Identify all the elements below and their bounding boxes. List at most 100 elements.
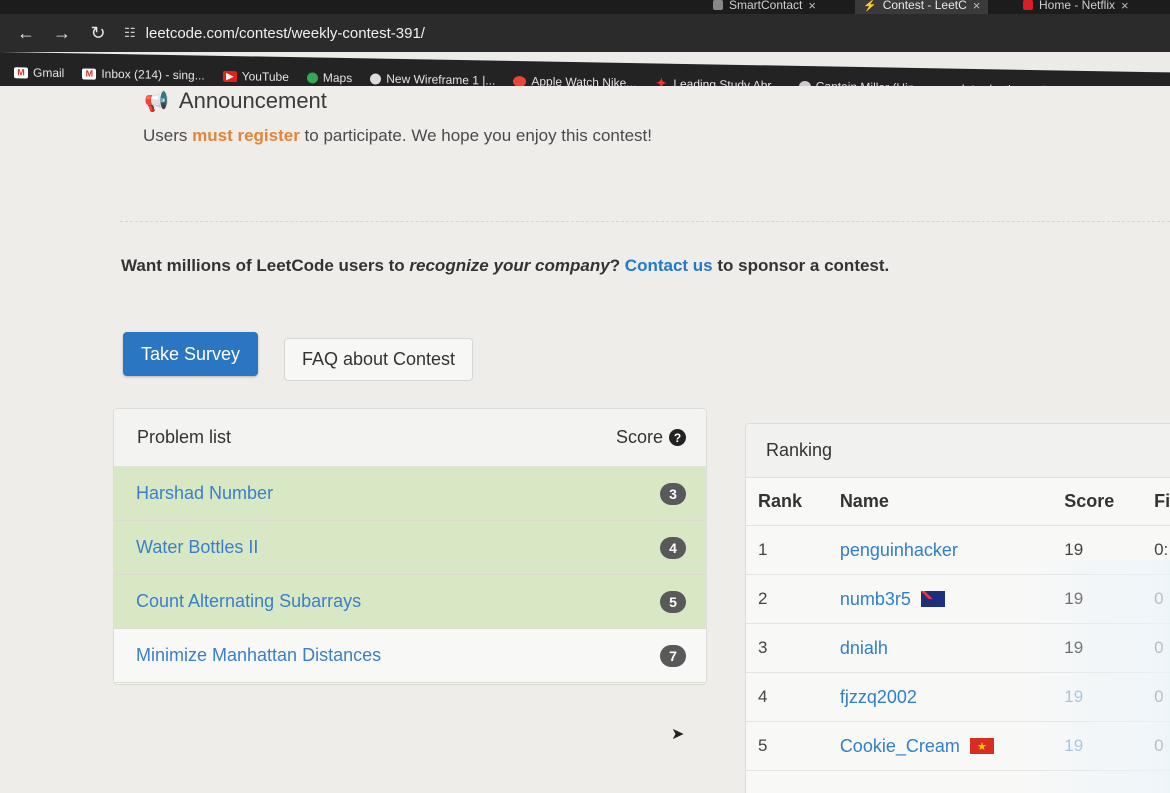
score-cell: 19 <box>1064 687 1084 706</box>
name-cell: penguinhacker <box>840 540 1064 561</box>
finish-cell: 0: <box>1154 540 1169 559</box>
score-badge: 7 <box>660 644 686 667</box>
browser-toolbar: ← → ↻ ☷ leetcode.com/contest/weekly-cont… <box>0 14 1170 52</box>
gmail-icon: M <box>82 67 97 80</box>
announcement-text: Users must register to participate. We h… <box>143 126 652 146</box>
sponsor-text: Want millions of LeetCode users to <box>121 256 410 275</box>
close-icon[interactable]: × <box>808 0 816 13</box>
score-label: Score <box>615 427 663 447</box>
tab-title: SmartContact <box>729 0 803 12</box>
announcement-title: Announcement <box>178 88 327 113</box>
mouse-pointer-icon: ➤ <box>671 726 685 743</box>
problem-link[interactable]: Minimize Manhattan Distances <box>136 645 381 666</box>
globe-icon <box>370 72 382 85</box>
faq-contest-button[interactable]: FAQ about Contest <box>284 338 473 381</box>
divider <box>120 221 1170 222</box>
announcement-heading: 📢 Announcement <box>144 88 327 114</box>
close-icon[interactable]: × <box>973 0 981 13</box>
tab-netflix[interactable]: Home - Netflix × <box>1015 0 1137 14</box>
user-link[interactable]: dnialh <box>840 638 888 659</box>
smartcontact-favicon-icon <box>713 0 723 10</box>
tab-title: Home - Netflix <box>1039 0 1116 12</box>
site-settings-icon[interactable]: ☷ <box>124 25 136 41</box>
youtube-icon: ▶ <box>222 70 237 82</box>
question-mark-icon[interactable]: ? <box>669 429 686 446</box>
vietnam-flag-icon: ★ <box>969 738 994 754</box>
ranking-panel: Ranking Rank Name Score Fi 1 penguinhack… <box>745 423 1170 793</box>
problem-list-title: Problem list <box>137 427 232 447</box>
name-cell: Cookie_Cream ★ <box>840 736 1064 757</box>
bookmark-label: Maps <box>322 70 353 86</box>
gmail-icon: M <box>14 66 28 78</box>
must-register-highlight: must register <box>192 126 300 145</box>
ranking-column-headers: Rank Name Score Fi <box>746 478 1170 526</box>
rank-cell: 4 <box>758 687 768 706</box>
finish-cell: 0 <box>1154 638 1164 657</box>
announcement-text-start: Users <box>143 126 193 145</box>
ranking-header: Ranking <box>746 424 1170 478</box>
problem-row[interactable]: Water Bottles II 4 <box>114 521 706 575</box>
close-icon[interactable]: × <box>1121 0 1129 13</box>
rank-cell: 2 <box>758 589 768 608</box>
sponsor-message: Want millions of LeetCode users to recog… <box>121 256 889 276</box>
sponsor-emphasis: recognize your company <box>409 256 610 275</box>
reload-icon[interactable]: ↻ <box>80 23 116 44</box>
ranking-row: 1 penguinhacker 19 0: <box>746 526 1170 575</box>
sponsor-text: to sponsor a contest. <box>712 256 890 275</box>
bookmark-label: Gmail <box>33 65 65 81</box>
problem-row[interactable]: Minimize Manhattan Distances 7 <box>114 629 706 683</box>
ranking-title: Ranking <box>766 440 833 460</box>
announcement-text-end: to participate. We hope you enjoy this c… <box>299 126 652 145</box>
apple-watch-icon <box>513 75 527 87</box>
ranking-row: 2 numb3r5 19 0 <box>746 575 1170 624</box>
score-badge: 5 <box>660 590 686 613</box>
sponsor-text: ? <box>609 256 625 275</box>
score-badge: 4 <box>660 536 686 559</box>
problem-link[interactable]: Count Alternating Subarrays <box>136 591 361 612</box>
problem-row[interactable]: Count Alternating Subarrays 5 <box>114 575 706 629</box>
score-badge: 3 <box>660 482 686 505</box>
tab-contest[interactable]: ⚡ Contest - LeetC × <box>855 0 989 14</box>
problem-link[interactable]: Water Bottles II <box>136 537 258 558</box>
tab-smartcontact[interactable]: SmartContact × <box>705 0 824 14</box>
score-cell: 19 <box>1064 736 1084 755</box>
user-link[interactable]: fjzzq2002 <box>840 687 917 708</box>
problem-row[interactable]: Harshad Number 3 <box>114 467 706 521</box>
user-link[interactable]: Cookie_Cream <box>840 736 960 757</box>
name-cell: dnialh <box>840 638 1064 659</box>
user-link[interactable]: numb3r5 <box>840 589 911 610</box>
score-header: Score ? <box>616 427 686 448</box>
contact-us-link[interactable]: Contact us <box>625 256 713 275</box>
rank-cell: 5 <box>758 736 768 755</box>
rank-cell: 3 <box>758 638 768 657</box>
name-cell: fjzzq2002 <box>840 687 1064 708</box>
url-text[interactable]: leetcode.com/contest/weekly-contest-391/ <box>146 25 425 42</box>
ranking-row: 5 Cookie_Cream ★ 19 0 <box>746 722 1170 771</box>
user-link[interactable]: penguinhacker <box>840 540 958 561</box>
score-cell: 19 <box>1064 638 1084 657</box>
problem-list-header: Problem list Score ? <box>114 409 706 467</box>
ranking-row: 4 fjzzq2002 19 0 <box>746 673 1170 722</box>
forward-arrow-icon[interactable]: → <box>44 23 80 44</box>
tab-strip: SmartContact × ⚡ Contest - LeetC × Home … <box>0 0 1170 14</box>
problem-link[interactable]: Harshad Number <box>136 483 273 504</box>
tab-title: Contest - LeetC <box>882 0 967 12</box>
bookmark-maps[interactable]: Maps <box>306 70 353 86</box>
finish-cell: 0 <box>1154 687 1164 706</box>
column-finish: Fi <box>1154 491 1170 511</box>
bookmark-label: YouTube <box>241 69 289 85</box>
rank-cell: 1 <box>758 540 768 559</box>
bookmark-gmail[interactable]: M Gmail <box>14 65 64 80</box>
column-name: Name <box>839 491 889 511</box>
score-cell: 19 <box>1064 589 1084 608</box>
bookmark-inbox[interactable]: M Inbox (214) - sing... <box>82 66 205 83</box>
column-score: Score <box>1064 491 1115 511</box>
take-survey-button[interactable]: Take Survey <box>123 332 258 376</box>
score-cell: 19 <box>1064 540 1084 559</box>
problem-list-panel: Problem list Score ? Harshad Number 3 Wa… <box>113 408 707 685</box>
back-arrow-icon[interactable]: ← <box>8 23 44 44</box>
netflix-favicon-icon <box>1023 0 1033 10</box>
bookmark-youtube[interactable]: ▶ YouTube <box>222 69 289 85</box>
address-bar[interactable]: ☷ leetcode.com/contest/weekly-contest-39… <box>124 25 425 42</box>
maps-pin-icon <box>306 71 318 84</box>
